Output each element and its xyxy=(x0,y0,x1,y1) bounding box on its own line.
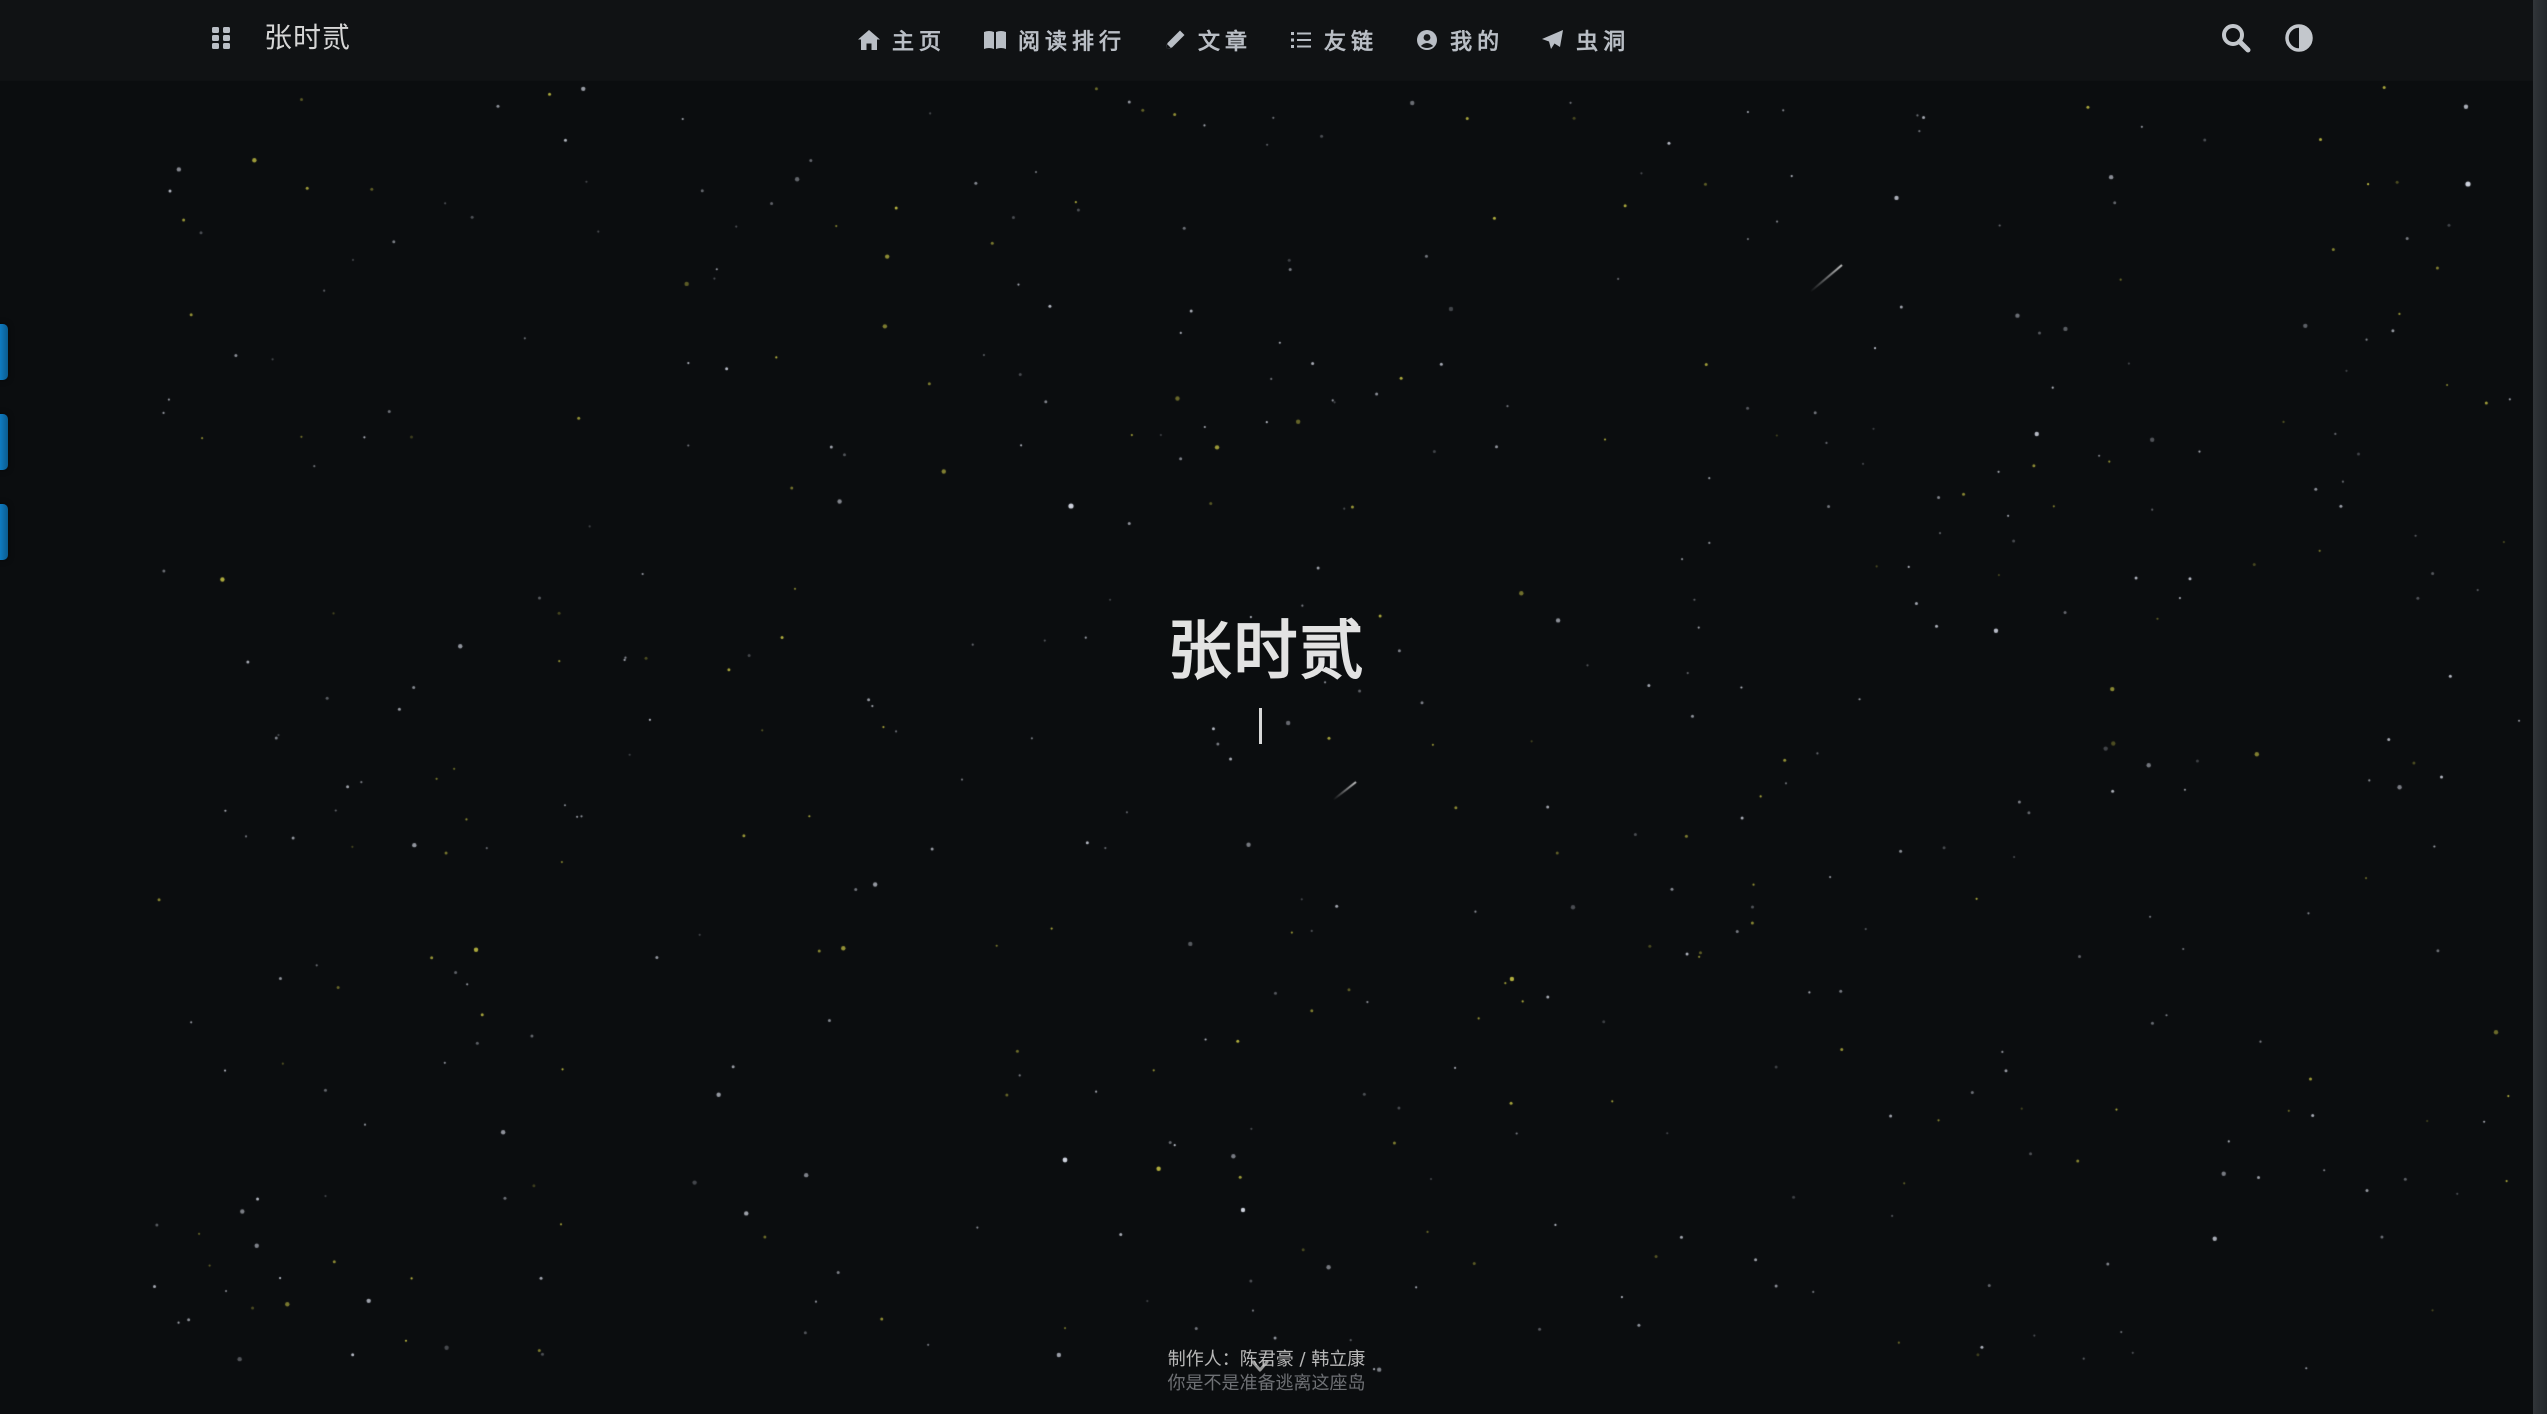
nav-item-friend-links[interactable]: 友链 xyxy=(1288,24,1378,56)
nav-label-home: 主页 xyxy=(892,30,947,55)
starfield-background xyxy=(0,0,2547,1414)
nav-label-articles: 文章 xyxy=(1198,30,1253,55)
grid-menu-button[interactable] xyxy=(208,24,236,52)
nav-label-wormhole: 虫洞 xyxy=(1576,30,1631,55)
pencil-icon xyxy=(1162,27,1188,53)
search-icon xyxy=(2219,21,2253,55)
scroll-down-button[interactable] xyxy=(1249,1355,1271,1377)
side-tab-1[interactable] xyxy=(0,324,8,380)
typing-cursor xyxy=(1259,708,1262,744)
nav-item-home[interactable]: 主页 xyxy=(856,24,946,56)
site-brand[interactable]: 张时贰 xyxy=(264,18,351,58)
hero-title: 张时贰 xyxy=(1167,615,1366,689)
side-tab-3[interactable] xyxy=(0,504,8,560)
nav-label-friend-links: 友链 xyxy=(1324,30,1379,55)
top-navbar: 张时贰 主页 阅读排行 文章 友链 我的 虫洞 xyxy=(0,0,2533,80)
nav-label-reading-rank: 阅读排行 xyxy=(1018,30,1127,55)
paper-plane-icon xyxy=(1540,27,1566,53)
nav-label-mine: 我的 xyxy=(1450,30,1505,55)
contrast-icon xyxy=(2282,21,2316,55)
page-scrollbar[interactable] xyxy=(2533,0,2547,1414)
chevron-down-icon xyxy=(1249,1355,1271,1377)
main-nav: 主页 阅读排行 文章 友链 我的 虫洞 xyxy=(856,20,1630,60)
side-tab-2[interactable] xyxy=(0,414,8,470)
nav-item-articles[interactable]: 文章 xyxy=(1162,24,1252,56)
theme-toggle-button[interactable] xyxy=(2282,21,2316,55)
nav-item-mine[interactable]: 我的 xyxy=(1414,24,1504,56)
page: 张时贰 主页 阅读排行 文章 友链 我的 虫洞 张时贰 制作人：陈君豪 / 韩立… xyxy=(0,0,2547,1414)
home-icon xyxy=(856,27,882,53)
user-circle-icon xyxy=(1414,27,1440,53)
nav-item-reading-rank[interactable]: 阅读排行 xyxy=(982,24,1126,56)
nav-item-wormhole[interactable]: 虫洞 xyxy=(1540,24,1630,56)
grid-icon xyxy=(208,27,236,56)
search-button[interactable] xyxy=(2219,21,2253,55)
book-icon xyxy=(982,27,1008,53)
list-icon xyxy=(1288,27,1314,53)
